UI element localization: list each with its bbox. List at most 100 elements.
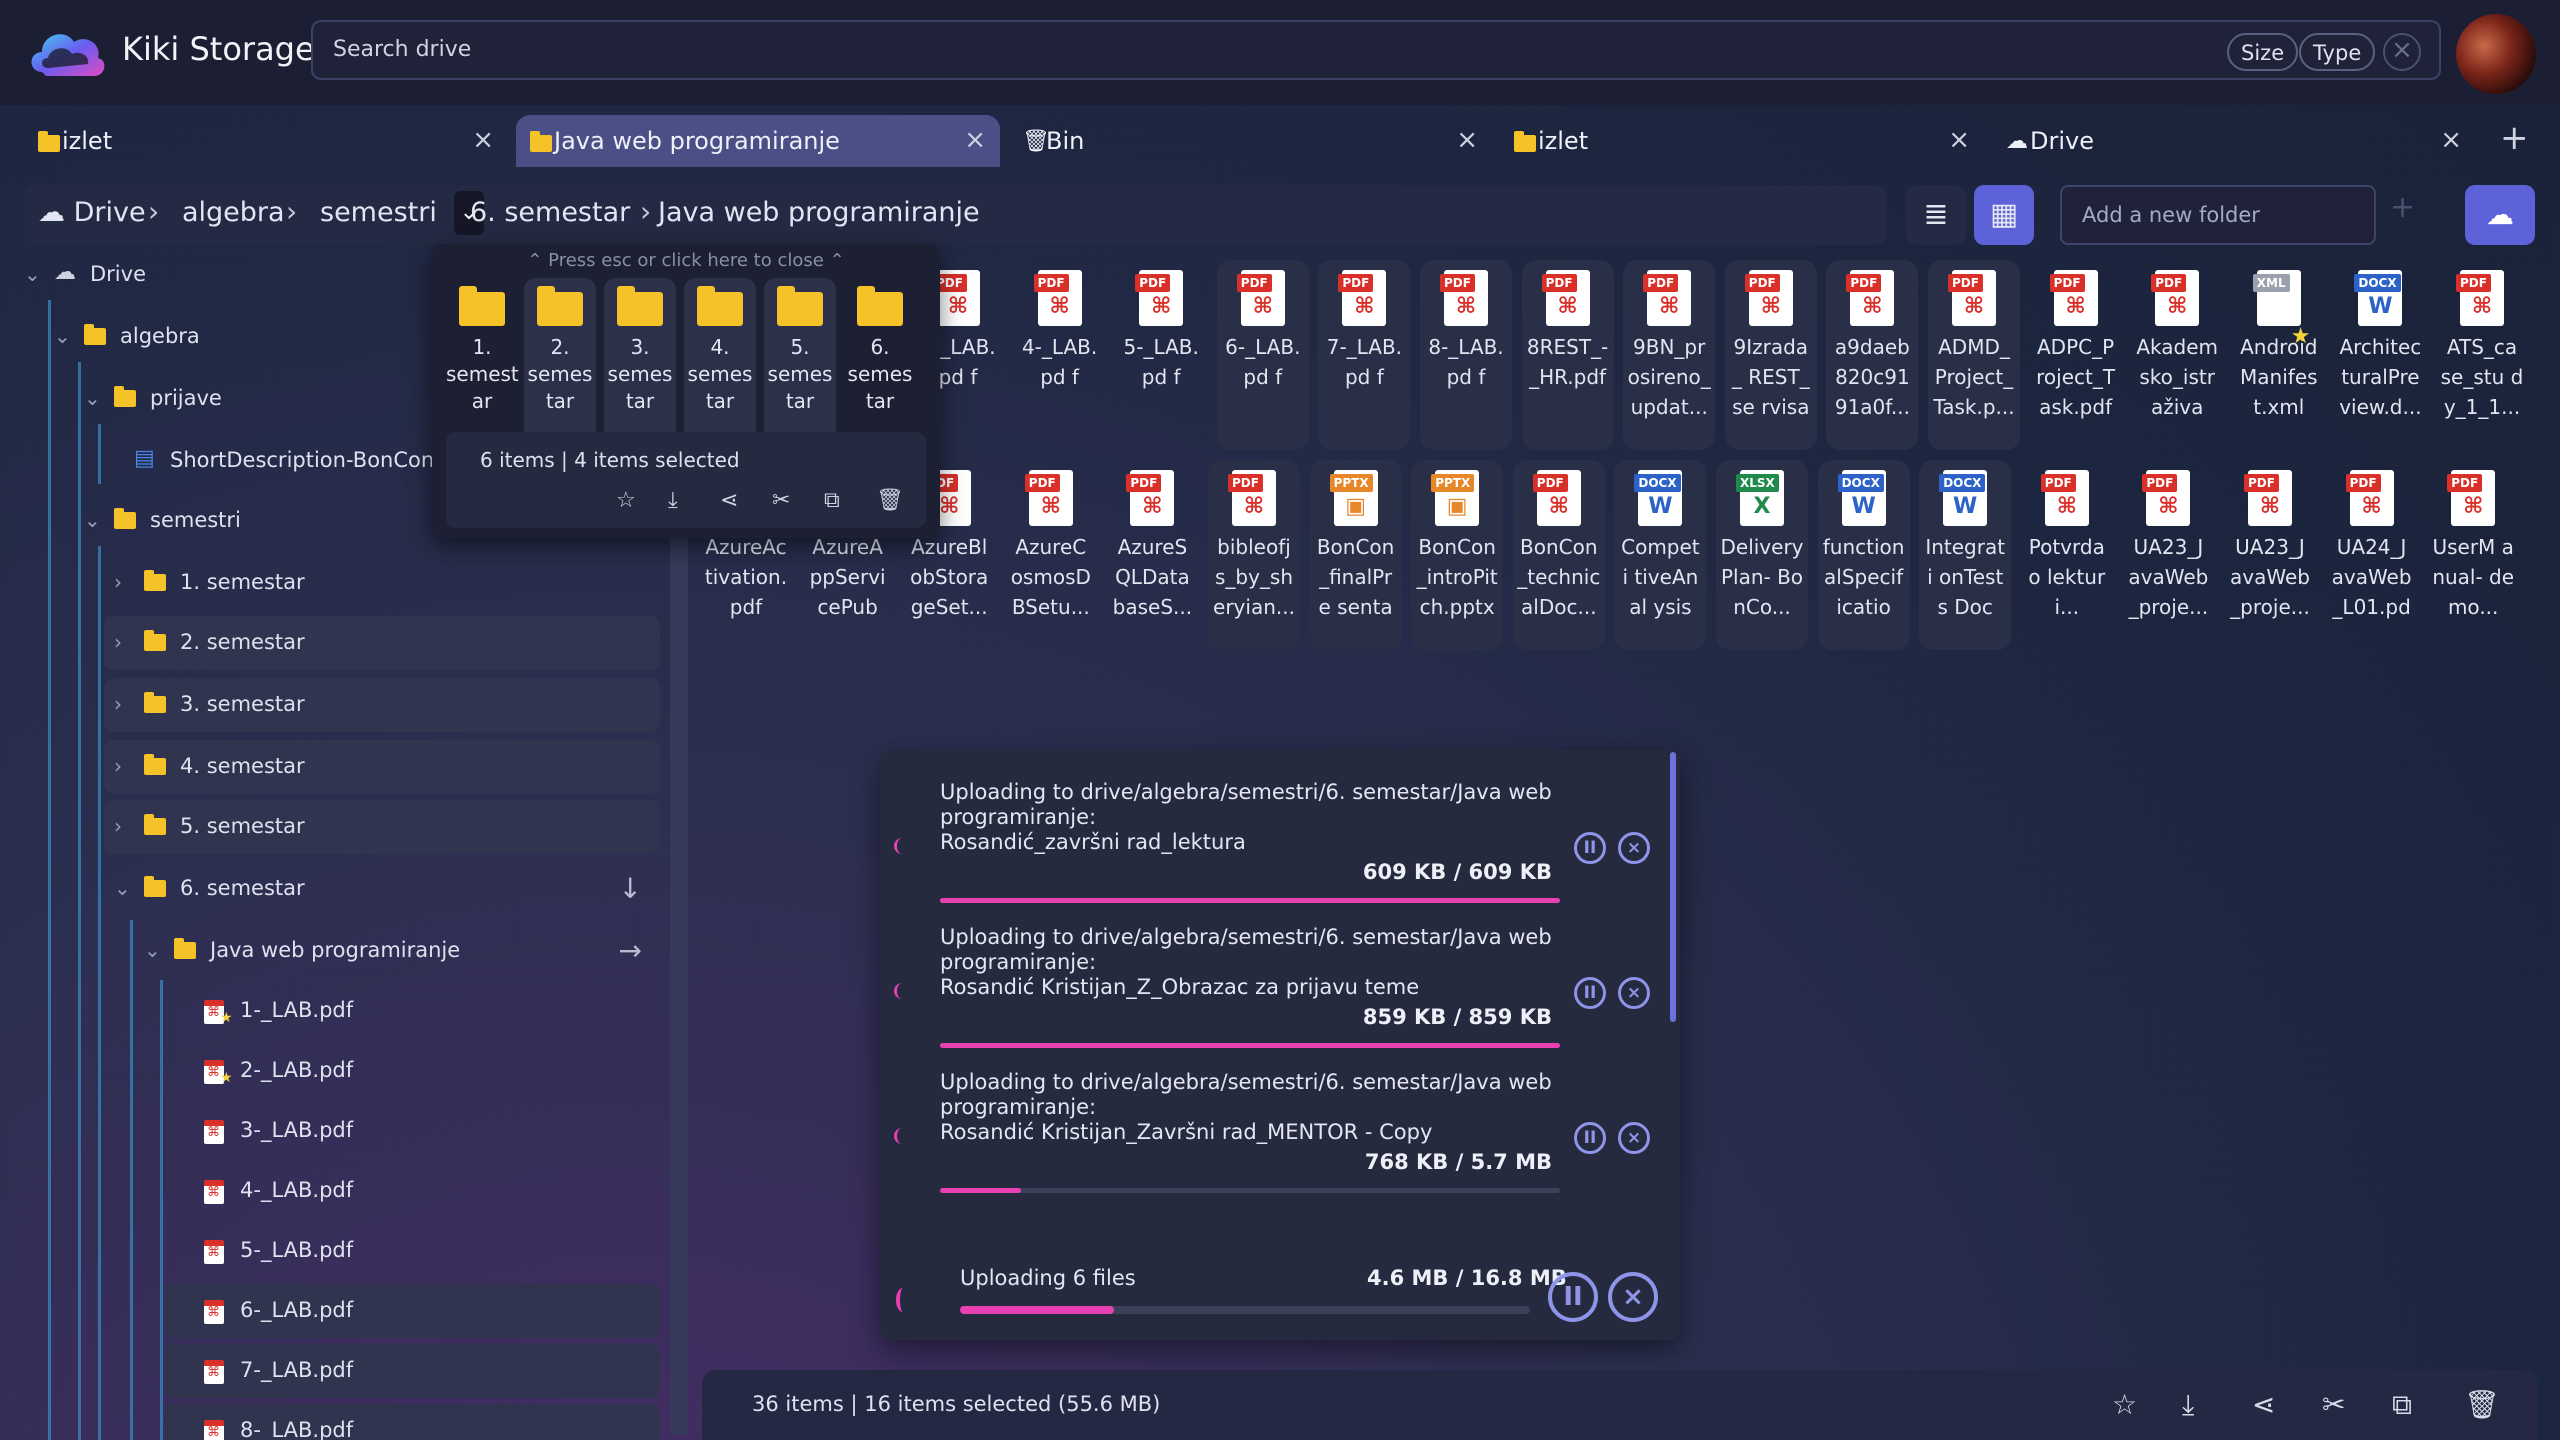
file-tile[interactable]: XLSX X Delivery Plan- BonCo... [1716,460,1808,650]
type-filter-chip[interactable]: Type [2299,33,2376,71]
new-tab-icon[interactable]: + [2500,118,2529,158]
close-tab-icon[interactable]: × [2440,125,2462,155]
clear-search-icon[interactable]: × [2383,33,2421,71]
star-icon[interactable]: ☆ [2112,1388,2137,1421]
file-tile[interactable]: PDF ⌘ BonCon _technic alDoc... [1512,460,1605,650]
cut-icon[interactable]: ✂ [2322,1388,2345,1421]
file-tile[interactable]: PDF ⌘ UA23_J avaWeb _proje... [2122,460,2214,650]
copy-icon[interactable]: ⧉ [824,488,840,513]
cancel-icon[interactable]: × [1618,977,1650,1009]
file-tile[interactable]: PDF ⌘ AzureS QLData baseS... [1106,460,1198,650]
file-tile[interactable]: PDF ⌘ 8REST_-_HR.pdf [1521,260,1614,450]
download-icon[interactable]: ⤓ [2182,1388,2194,1422]
popover-close-hint[interactable]: ⌃ Press esc or click here to close ⌃ [432,250,940,271]
tree-item[interactable]: 4-_LAB.pdf [164,1164,660,1218]
chevron-right-icon[interactable]: › [114,754,122,778]
arrow-down-icon[interactable]: ↓ [619,872,642,905]
breadcrumb-drive[interactable]: ☁ Drive [38,197,146,228]
file-tile[interactable]: PDF ⌘ AzureC osmosD BSetu... [1005,460,1097,650]
upload-scrollbar[interactable] [1670,752,1676,1022]
file-tile[interactable]: PDF⌘ Akadem sko_istr aživan... [2131,260,2223,450]
upload-cloud-icon[interactable]: ☁ [2465,185,2535,245]
tree-item[interactable]: 3-_LAB.pdf [164,1104,660,1158]
file-tile[interactable]: PPTX ▣ BonCon _introPit ch.pptx [1411,460,1504,650]
tree-item[interactable]: 6-_LAB.pdf [164,1284,660,1338]
breadcrumb-semestri[interactable]: semestri [320,197,437,228]
share-icon[interactable]: ⋖ [720,488,738,513]
tree-item[interactable]: 7-_LAB.pdf [164,1344,660,1398]
file-tile[interactable]: DOCXW Competi tiveAnal ysis-... [1614,460,1707,650]
file-tile[interactable]: PDF ⌘ 7-_LAB.pd f [1318,260,1411,450]
avatar[interactable] [2456,14,2536,94]
chevron-down-icon[interactable]: ⌄ [114,876,131,900]
cancel-icon[interactable]: × [1618,832,1650,864]
file-tile[interactable]: PDF⌘ UA24_J avaWeb _L01.pdf [2326,460,2418,650]
share-icon[interactable]: ⋖ [2252,1388,2275,1421]
file-tile[interactable]: PDF ⌘ 4-_LAB.pd f [1014,260,1106,450]
download-icon[interactable]: ⤓ [668,488,678,513]
breadcrumb-6-semestar[interactable]: 6. semestar [470,197,630,228]
tree-item[interactable]: ⌄ Java web programiranje → [134,924,660,978]
tab-izlet-2[interactable]: izlet × [1500,115,1984,167]
pause-icon[interactable]: II [1574,1122,1606,1154]
cancel-all-icon[interactable]: × [1608,1272,1658,1322]
tree-item[interactable]: 5-_LAB.pdf [164,1224,660,1278]
file-tile[interactable]: PDF ⌘ ADPC_P roject_T ask.pdf [2030,260,2122,450]
file-tile[interactable]: PDF ⌘ UserM anual- demo... [2427,460,2519,650]
file-tile[interactable]: PDF ⌘ a9daeb 820c91 91a0f... [1826,260,1919,450]
size-filter-chip[interactable]: Size [2227,33,2299,71]
file-tile[interactable]: PDF ⌘ 6-_LAB.pd f [1216,260,1309,450]
file-tile[interactable]: PDF ⌘ ATS_ca se_stu dy_1_1... [2436,260,2528,450]
chevron-right-icon[interactable]: › [114,570,122,594]
file-tile[interactable]: PDF ⌘ Potvrda o lekturi... [2021,460,2113,650]
close-tab-icon[interactable]: × [1456,125,1478,155]
file-tile[interactable]: DOCXW Integrati onTests Docu... [1919,460,2012,650]
tab-drive[interactable]: ☁ Drive × [1992,115,2476,167]
copy-icon[interactable]: ⧉ [2392,1388,2412,1422]
chevron-right-icon[interactable]: › [114,630,122,654]
tab-izlet[interactable]: izlet × [24,115,508,167]
tree-item[interactable]: › 4. semestar [104,740,660,794]
file-tile[interactable]: PDF ⌘ bibleofj s_by_sh eryian... [1208,460,1300,650]
tree-item[interactable]: › 2. semestar [104,616,660,670]
chevron-down-icon[interactable]: ⌄ [24,262,41,286]
cut-icon[interactable]: ✂ [772,488,790,513]
file-tile[interactable]: DOCXW function alSpecif ication... [1817,460,1910,650]
breadcrumb-algebra[interactable]: algebra [182,197,285,228]
file-tile[interactable]: PDF ⌘ ADMD_ Project_ Task.p... [1928,260,2020,450]
pause-icon[interactable]: II [1574,832,1606,864]
search-input[interactable]: Search drive Size Type × [311,20,2441,80]
chevron-down-icon[interactable]: ⌄ [54,324,71,348]
chevron-right-icon[interactable]: › [114,692,122,716]
delete-icon[interactable]: 🗑 [876,488,904,513]
file-tile[interactable]: XML ★ Android Manifes t.xml [2233,260,2325,450]
chevron-down-icon[interactable]: ⌄ [84,508,101,532]
pause-icon[interactable]: II [1574,977,1606,1009]
close-tab-icon[interactable]: × [964,125,986,155]
tree-item[interactable]: › 1. semestar [104,556,660,610]
tree-item[interactable]: ⌄ 6. semestar ↓ [104,862,660,916]
close-tab-icon[interactable]: × [472,125,494,155]
star-icon[interactable]: ☆ [616,488,636,513]
file-tile[interactable]: PDF ⌘ 8-_LAB.pd f [1420,260,1512,450]
file-tile[interactable]: PDF ⌘ 5-_LAB.pd f [1115,260,1207,450]
tree-item[interactable]: ★ 2-_LAB.pdf [164,1044,660,1098]
tree-item[interactable]: 8-_LAB.pdf [164,1404,660,1440]
list-view-icon[interactable]: ≣ [1906,185,1966,245]
tab-java-web-programiranje[interactable]: Java web programiranje × [516,115,1000,167]
arrow-right-icon[interactable]: → [619,934,642,967]
grid-view-icon[interactable]: ▦ [1974,185,2034,245]
file-tile[interactable]: DOCX W Architec turalPre view.d... [2334,260,2426,450]
file-tile[interactable]: PDF ⌘ 9BN_pr osireno_ updat... [1623,260,1716,450]
pause-all-icon[interactable]: II [1548,1272,1598,1322]
add-folder-icon[interactable]: + [2390,190,2415,225]
new-folder-input[interactable]: Add a new folder [2060,185,2376,245]
breadcrumb-java-web-programiranje[interactable]: Java web programiranje [658,197,980,228]
delete-icon[interactable]: 🗑 [2464,1388,2500,1421]
cancel-icon[interactable]: × [1618,1122,1650,1154]
tree-item[interactable]: › 3. semestar [104,678,660,732]
file-tile[interactable]: PDF⌘ 9Izrada_ REST_se rvisa_... [1724,260,1817,450]
chevron-right-icon[interactable]: › [114,814,122,838]
file-tile[interactable]: PPTX▣ BonCon _finalPre sentat... [1309,460,1402,650]
chevron-down-icon[interactable]: ⌄ [144,938,161,962]
